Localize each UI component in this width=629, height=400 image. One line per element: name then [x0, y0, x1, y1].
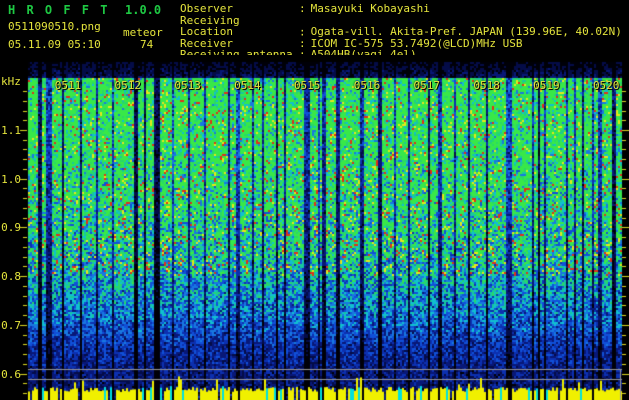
hrofft-window: H R O F F T 1.0.0 0511090510.png meteor …	[0, 0, 629, 400]
echo-count: 74	[140, 38, 153, 51]
freq-label: 0.9	[0, 221, 21, 234]
app-version: 1.0.0	[125, 3, 161, 17]
time-label: 0514	[231, 79, 263, 92]
station-value: Masayuki Kobayashi	[311, 2, 430, 15]
station-row-location: Receiving Location:Ogata-vill. Akita-Pre…	[180, 15, 622, 38]
freq-label: 0.6	[0, 368, 21, 381]
app-title: H R O F F T	[8, 3, 109, 17]
time-label: 0515	[291, 79, 323, 92]
freq-label: 0.8	[0, 270, 21, 283]
time-label: 0511	[52, 79, 84, 92]
station-label: Receiving Location	[180, 15, 299, 38]
time-label: 0518	[471, 79, 503, 92]
freq-label: 1.0	[0, 173, 21, 186]
y-axis-unit-label: kHz	[1, 75, 21, 88]
time-label: 0516	[351, 79, 383, 92]
time-label: 0519	[530, 79, 562, 92]
station-label: Observer	[180, 3, 299, 15]
record-datetime: 05.11.09 05:10	[8, 38, 101, 51]
output-filename: 0511090510.png	[8, 20, 101, 33]
station-info: Observer: Masayuki Kobayashi Receiving Lo…	[180, 3, 622, 61]
station-row-observer: Observer: Masayuki Kobayashi	[180, 3, 622, 15]
time-label: 0513	[172, 79, 204, 92]
freq-label: 0.7	[0, 319, 21, 332]
time-label: 0512	[112, 79, 144, 92]
time-label: 0517	[411, 79, 443, 92]
spectrogram-canvas	[0, 55, 629, 400]
time-label: 0520	[590, 79, 622, 92]
separator: :	[299, 2, 306, 15]
freq-label: 1.1	[0, 124, 21, 137]
